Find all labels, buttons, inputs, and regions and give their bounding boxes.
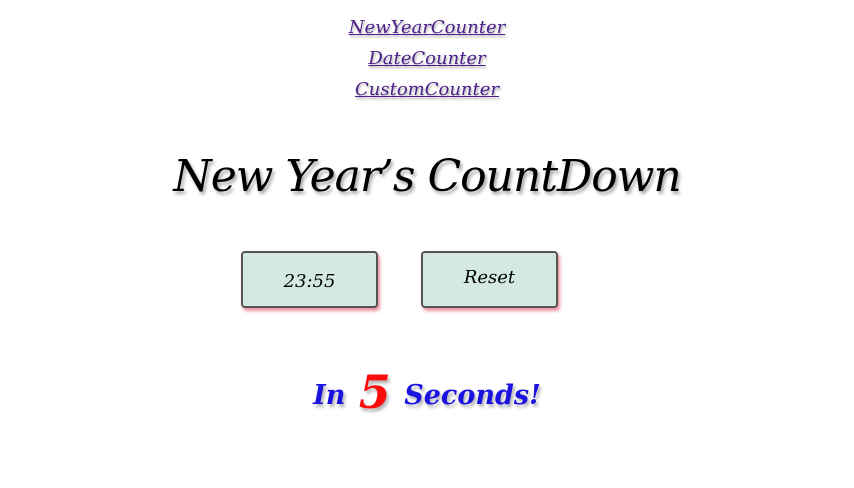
reset-button[interactable]: Reset xyxy=(421,251,558,308)
reset-button-label: Reset xyxy=(463,267,516,288)
nav-link-customcounter[interactable]: CustomCounter xyxy=(0,74,854,105)
time-button[interactable]: 23:55 xyxy=(241,251,378,308)
status-count: 5 xyxy=(358,365,391,419)
countdown-status: In 5 Seconds! xyxy=(0,362,854,426)
status-prefix: In xyxy=(313,380,346,411)
nav-links: NewYearCounter DateCounter CustomCounter xyxy=(0,12,854,105)
status-suffix: Seconds! xyxy=(404,380,541,411)
page-title: New Year’s CountDown xyxy=(173,151,682,202)
nav-link-datecounter[interactable]: DateCounter xyxy=(0,43,854,74)
nav-link-newyearcounter[interactable]: NewYearCounter xyxy=(0,12,854,43)
time-button-label: 23:55 xyxy=(283,271,336,292)
